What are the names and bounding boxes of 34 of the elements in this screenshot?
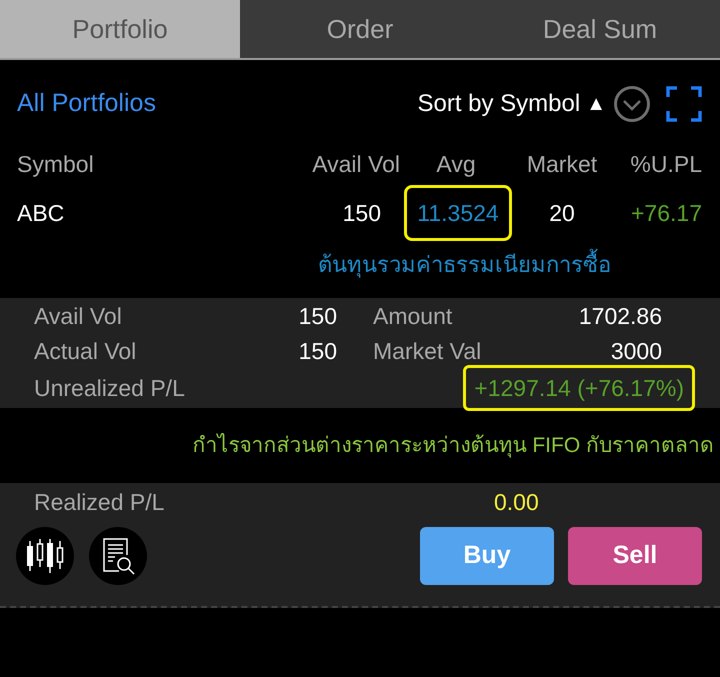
unrealized-pl-value: +1297.14 (+76.17%) (463, 364, 695, 412)
field-value: 150 (298, 337, 337, 366)
document-search-icon[interactable] (89, 527, 147, 585)
column-header: Avg (436, 150, 476, 177)
column-header: Avail Vol (312, 150, 400, 177)
symbol-cell: ABC (17, 200, 64, 226)
column-header: Symbol (17, 150, 94, 177)
sort-arrow: ▲ (586, 92, 606, 117)
field-value: 3000 (610, 337, 662, 366)
unrealized-pl-note: กำไรจากส่วนต่างราคาระหว่างต้นทุน FIFO กับราคาตลาด (192, 432, 714, 460)
field-value: 150 (298, 302, 337, 332)
candlestick-chart-icon[interactable] (16, 527, 74, 585)
fullscreen-icon[interactable] (666, 86, 702, 122)
average-cost-cell: 11.3524 (404, 184, 512, 242)
unrealized-percent-cell: +76.17 (631, 200, 702, 226)
field-label: Actual Vol (34, 337, 138, 366)
sell-button[interactable]: Sell (568, 527, 702, 585)
market-price-cell: 20 (549, 200, 575, 226)
portfolio-selector[interactable]: All Portfolios (17, 85, 156, 123)
field-label: Unrealized P/L (34, 374, 186, 403)
chevron-down-circle-icon[interactable] (614, 86, 650, 122)
volume-cell: 150 (342, 200, 381, 226)
tab[interactable]: Portfolio (0, 0, 240, 58)
field-label: Amount (373, 302, 454, 332)
average-cost-note: ต้นทุนรวมค่าธรรมเนียมการซื้อ (318, 248, 611, 298)
field-label: Avail Vol (34, 302, 123, 332)
column-header: Market (526, 150, 598, 177)
field-label: Realized P/L (34, 488, 166, 517)
field-label: Market Val (373, 337, 482, 366)
column-header: %U.PL (630, 150, 702, 177)
sort-button[interactable]: Sort by Symbol (417, 86, 580, 122)
realized-pl-value: 0.00 (494, 488, 539, 517)
buy-button[interactable]: Buy (420, 527, 554, 585)
field-value: 1702.86 (578, 302, 662, 332)
